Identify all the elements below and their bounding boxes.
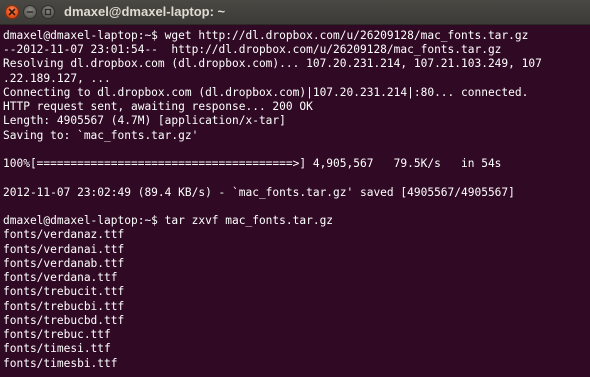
terminal-line: fonts/trebucit.ttf xyxy=(3,285,125,298)
maximize-icon xyxy=(44,8,52,16)
terminal-output[interactable]: dmaxel@dmaxel-laptop:~$ wget http://dl.d… xyxy=(0,25,590,377)
terminal-window: dmaxel@dmaxel-laptop: ~ dmaxel@dmaxel-la… xyxy=(0,0,590,377)
close-button[interactable] xyxy=(5,5,19,19)
terminal-line: Length: 4905567 (4.7M) [application/x-ta… xyxy=(3,114,286,127)
progress-line: 100%[===================================… xyxy=(3,157,502,170)
minimize-icon xyxy=(26,8,34,16)
terminal-line: Resolving dl.dropbox.com (dl.dropbox.com… xyxy=(3,57,542,70)
maximize-button[interactable] xyxy=(41,5,55,19)
terminal-line: 2012-11-07 23:02:49 (89.4 KB/s) - `mac_f… xyxy=(3,186,515,199)
terminal-line: fonts/verdanaz.ttf xyxy=(3,228,125,241)
terminal-line: fonts/timesi.ttf xyxy=(3,342,111,355)
window-title: dmaxel@dmaxel-laptop: ~ xyxy=(64,4,226,19)
terminal-line: Saving to: `mac_fonts.tar.gz' xyxy=(3,129,199,142)
title-bar[interactable]: dmaxel@dmaxel-laptop: ~ xyxy=(0,0,590,25)
close-icon xyxy=(8,8,16,16)
minimize-button[interactable] xyxy=(23,5,37,19)
terminal-line: fonts/timesbi.ttf xyxy=(3,357,118,370)
